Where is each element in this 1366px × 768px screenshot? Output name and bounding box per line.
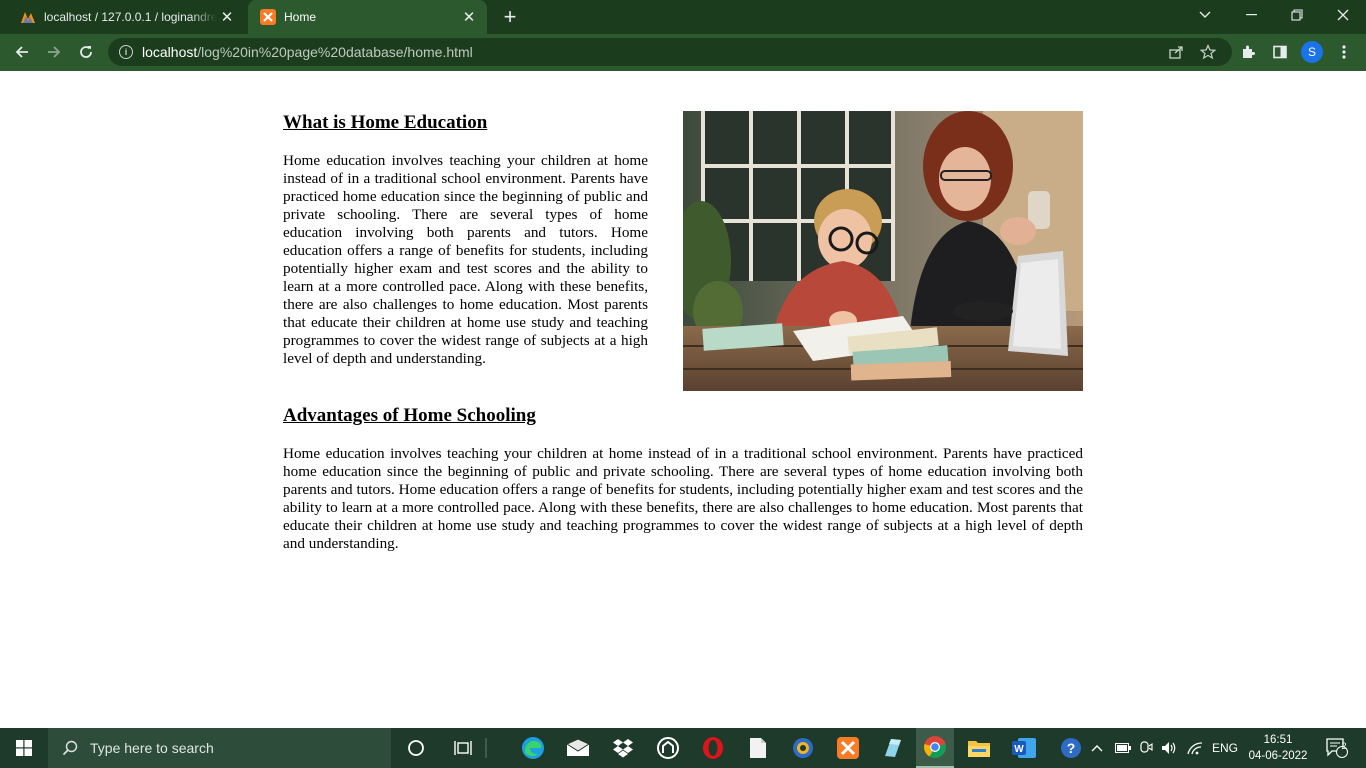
tab-home[interactable]: Home ✕ — [248, 0, 487, 34]
site-info-icon[interactable]: i — [119, 45, 133, 59]
chrome-taskbar-icon[interactable] — [916, 728, 954, 768]
search-placeholder: Type here to search — [90, 740, 214, 756]
side-panel-icon[interactable] — [1266, 38, 1294, 66]
tab-title: localhost / 127.0.0.1 / loginandre — [44, 10, 217, 24]
taskbar-separator — [480, 732, 492, 764]
notification-count: 2 — [1341, 741, 1347, 751]
show-hidden-icons-chevron-icon[interactable] — [1091, 728, 1107, 768]
app-icon-teal[interactable] — [877, 732, 909, 764]
heading-what-is-home-education: What is Home Education — [283, 112, 488, 133]
extensions-icon[interactable] — [1234, 38, 1262, 66]
language-indicator[interactable]: ENG — [1212, 728, 1238, 768]
phpmyadmin-icon — [20, 9, 36, 25]
cortana-icon[interactable] — [400, 732, 432, 764]
opera-icon[interactable] — [697, 732, 729, 764]
tab-search-icon[interactable] — [1182, 0, 1228, 30]
forward-button[interactable] — [40, 38, 68, 66]
profile-avatar[interactable]: S — [1301, 41, 1323, 63]
taskbar-search-box[interactable]: Type here to search — [48, 728, 391, 768]
tab-phpmyadmin[interactable]: localhost / 127.0.0.1 / loginandre ✕ — [8, 0, 245, 34]
dropbox-icon[interactable] — [607, 732, 639, 764]
close-tab-icon[interactable]: ✕ — [217, 7, 237, 27]
app-icon-outline[interactable] — [652, 732, 684, 764]
address-url: localhost/log%20in%20page%20database/hom… — [142, 44, 473, 60]
word-icon[interactable]: W — [1008, 732, 1040, 764]
meet-now-icon[interactable] — [1139, 728, 1157, 768]
restore-button[interactable] — [1274, 0, 1320, 30]
clock-date: 04-06-2022 — [1248, 750, 1308, 762]
heading-advantages: Advantages of Home Schooling — [283, 405, 536, 426]
share-icon[interactable] — [1162, 38, 1190, 66]
browser-tab-strip: localhost / 127.0.0.1 / loginandre ✕ Hom… — [0, 0, 1366, 34]
tab-title: Home — [284, 10, 317, 24]
bookmark-star-icon[interactable] — [1194, 38, 1222, 66]
wifi-icon[interactable] — [1187, 728, 1207, 768]
close-tab-icon[interactable]: ✕ — [459, 7, 479, 27]
browser-toolbar: i localhost/log%20in%20page%20database/h… — [0, 34, 1366, 71]
xampp-taskbar-icon[interactable] — [832, 732, 864, 764]
advantages-paragraph: Home education involves teaching your ch… — [283, 445, 1083, 552]
close-window-button[interactable] — [1320, 0, 1366, 30]
reload-button[interactable] — [72, 38, 100, 66]
minimize-button[interactable] — [1228, 0, 1274, 30]
svg-text:W: W — [1014, 744, 1024, 755]
address-bar[interactable]: i localhost/log%20in%20page%20database/h… — [108, 38, 1232, 66]
file-explorer-icon[interactable] — [963, 732, 995, 764]
home-education-photo — [683, 111, 1083, 391]
svg-text:?: ? — [1067, 740, 1076, 756]
web-page-content: What is Home Education Home education in… — [0, 71, 1366, 728]
taskbar-clock[interactable]: 16:51 04-06-2022 — [1240, 732, 1316, 764]
mail-icon[interactable] — [562, 732, 594, 764]
xampp-icon — [260, 9, 276, 25]
volume-icon[interactable] — [1161, 728, 1181, 768]
new-tab-button[interactable]: + — [498, 4, 522, 29]
help-icon[interactable]: ? — [1055, 732, 1087, 764]
edge-icon[interactable] — [517, 732, 549, 764]
start-button[interactable] — [0, 728, 48, 768]
task-view-icon[interactable] — [447, 732, 479, 764]
battery-icon[interactable] — [1115, 728, 1133, 768]
notification-center-icon[interactable]: 2 — [1322, 728, 1352, 768]
back-button[interactable] — [8, 38, 36, 66]
windows-taskbar: Type here to search W ? ENG 16:51 04-06-… — [0, 728, 1366, 768]
search-icon — [62, 740, 78, 756]
chrome-menu-icon[interactable] — [1330, 38, 1358, 66]
clock-time: 16:51 — [1263, 734, 1293, 746]
intro-paragraph: Home education involves teaching your ch… — [283, 152, 648, 367]
app-icon-blue[interactable] — [787, 732, 819, 764]
document-app-icon[interactable] — [742, 732, 774, 764]
